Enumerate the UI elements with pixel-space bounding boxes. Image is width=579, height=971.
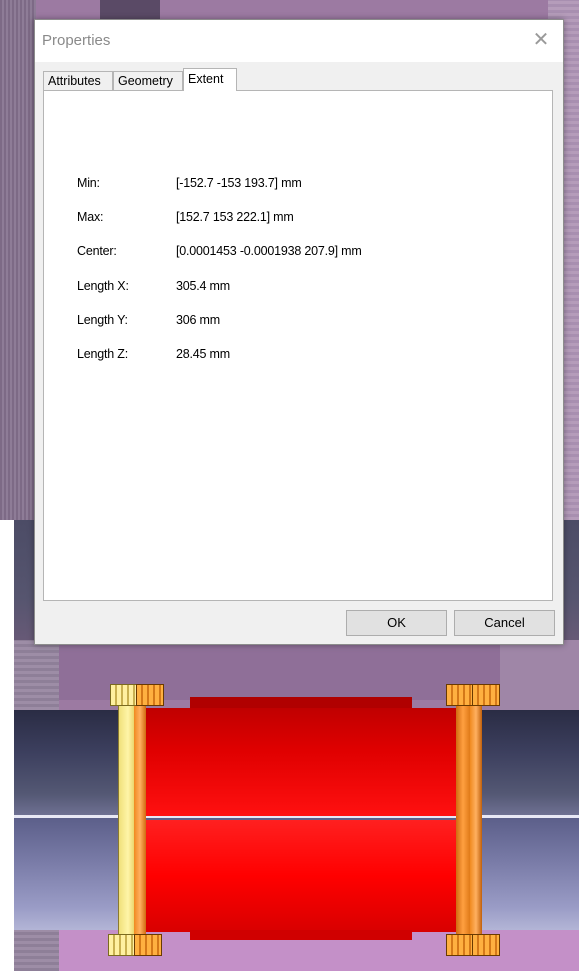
max-value: [152.7 153 222.1] mm [176,210,294,224]
min-value: [-152.7 -153 193.7] mm [176,176,302,190]
length-x-label: Length X: [77,279,129,293]
bolt-lug [134,934,162,956]
length-z-value: 28.45 mm [176,347,230,361]
selected-sleeve-upper[interactable] [140,708,460,816]
length-y-label: Length Y: [77,313,128,327]
flange-ring-orange-right-b[interactable] [470,705,482,935]
length-y-value: 306 mm [176,313,220,327]
dialog-title: Properties [42,32,111,49]
bolt-lug [472,934,500,956]
ok-button[interactable]: OK [346,610,447,636]
flange-ring-orange-right-a[interactable] [456,705,470,935]
bolt-lug [446,934,474,956]
cancel-button[interactable]: Cancel [454,610,555,636]
scene-edge [0,520,14,971]
selected-sleeve-lower[interactable] [140,820,460,932]
tab-attributes[interactable]: Attributes [43,71,113,90]
length-x-value: 305.4 mm [176,279,230,293]
min-label: Min: [77,176,100,190]
close-icon[interactable]: ✕ [529,28,553,52]
scene-beam [100,0,160,20]
tab-strip: Attributes Geometry Extent [43,68,553,91]
bolt-lug [446,684,474,706]
dialog-titlebar[interactable]: Properties ✕ [35,20,563,62]
bolt-lug [108,934,136,956]
extent-panel: Min: [-152.7 -153 193.7] mm Max: [152.7 … [43,90,553,601]
max-label: Max: [77,210,104,224]
tab-extent[interactable]: Extent [183,68,237,91]
sleeve-cap-bottom [190,930,412,940]
flange-ring-orange-left[interactable] [134,705,146,935]
length-z-label: Length Z: [77,347,129,361]
bolt-lug [472,684,500,706]
center-value: [0.0001453 -0.0001938 207.9] mm [176,244,362,258]
tab-geometry[interactable]: Geometry [113,71,183,90]
properties-dialog: Properties ✕ Attributes Geometry Extent … [34,19,564,645]
bolt-lug [136,684,164,706]
bolt-lug [110,684,138,706]
center-label: Center: [77,244,117,258]
scene-wall-left [0,0,36,520]
